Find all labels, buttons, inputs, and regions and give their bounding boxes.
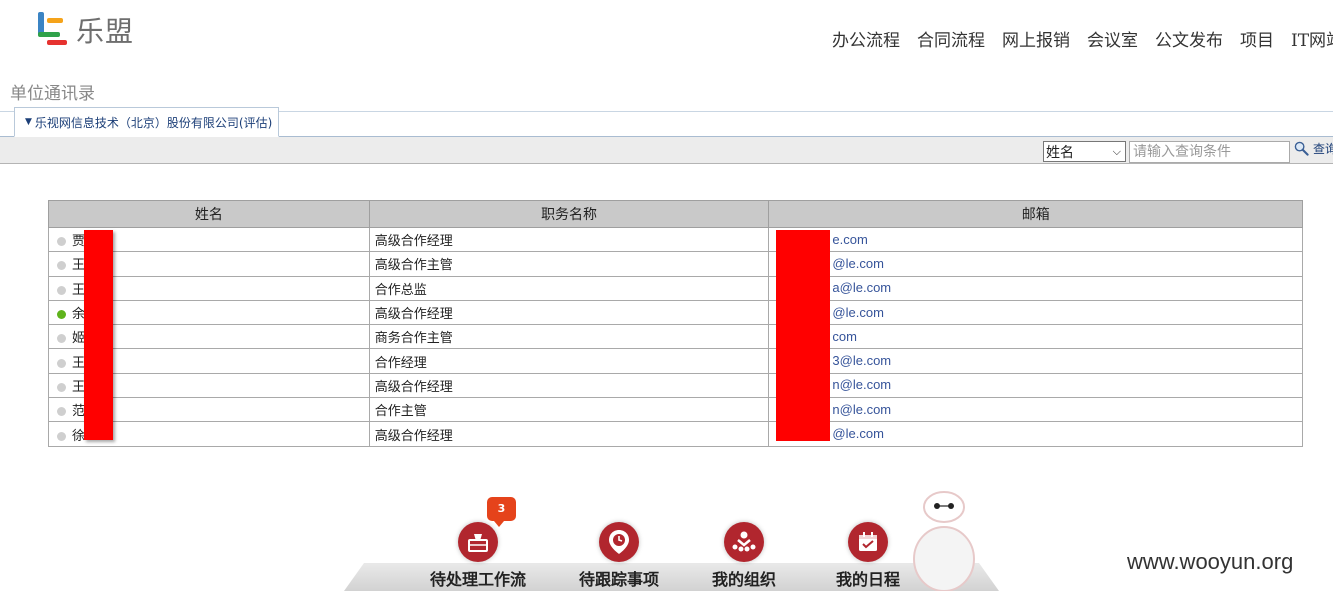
- search-field-select[interactable]: 姓名 ⌵: [1043, 141, 1126, 162]
- dock-item-tracking[interactable]: 待跟踪事项: [559, 522, 679, 590]
- email-cell: @le.com: [768, 421, 1303, 447]
- contacts-table: 姓名 职务名称 邮箱 贾高级合作经理 e.com 王高级合作主管 @le.com 王合作…: [48, 200, 1303, 447]
- watermark: www.wooyun.org: [1127, 549, 1294, 574]
- email-link[interactable]: e.com: [832, 232, 867, 247]
- location-clock-icon: [599, 522, 639, 562]
- presence-dot-icon: [57, 334, 66, 344]
- presence-dot-icon: [57, 407, 66, 417]
- presence-dot-icon: [57, 285, 66, 295]
- top-nav: 办公流程 合同流程 网上报销 会议室 公文发布 项目 IT网站: [832, 26, 1333, 51]
- nav-item-it-site[interactable]: IT网站: [1291, 26, 1333, 51]
- job-title-cell: 合作经理: [368, 348, 770, 374]
- table-row[interactable]: 贾高级合作经理 e.com: [48, 226, 1303, 253]
- logo-mark-icon: [38, 12, 68, 48]
- redaction-box: [84, 230, 113, 440]
- job-title-cell: 高级合作经理: [368, 372, 770, 399]
- dock-label: 我的组织: [711, 570, 776, 589]
- contacts-table-body: 贾高级合作经理 e.com 王高级合作主管 @le.com 王合作总监 a@le.com 余…: [48, 226, 1303, 447]
- job-title-cell: 高级合作主管: [368, 251, 770, 277]
- dock-label: 待处理工作流: [429, 570, 526, 589]
- email-cell: a@le.com: [768, 275, 1303, 301]
- dock-item-pending-workflow[interactable]: 待处理工作流: [418, 522, 538, 590]
- job-title-cell: 高级合作经理: [368, 421, 770, 447]
- email-cell: n@le.com: [768, 372, 1303, 399]
- job-title-cell: 商务合作主管: [368, 324, 770, 350]
- email-link[interactable]: n@le.com: [832, 402, 891, 417]
- table-row[interactable]: 王高级合作经理 n@le.com: [48, 372, 1303, 399]
- people-icon: [724, 522, 764, 562]
- nav-item-office-flow[interactable]: 办公流程: [832, 26, 900, 51]
- job-title-cell: 合作总监: [368, 275, 770, 301]
- job-title-cell: 高级合作经理: [368, 299, 770, 326]
- email-cell: @le.com: [768, 299, 1303, 326]
- table-row[interactable]: 范合作主管 n@le.com: [48, 397, 1303, 423]
- notification-badge: 3: [487, 497, 516, 527]
- search-field-value: 姓名: [1046, 144, 1074, 161]
- page-title: 单位通讯录: [10, 84, 95, 104]
- search-input[interactable]: [1129, 141, 1290, 163]
- presence-dot-icon: [57, 382, 66, 392]
- org-tab[interactable]: ▼ 乐视网信息技术（北京）股份有限公司(评估): [14, 107, 280, 137]
- search-button-label: 查询: [1313, 142, 1333, 156]
- presence-dot-icon: [57, 431, 66, 441]
- email-link[interactable]: @le.com: [832, 426, 884, 441]
- nav-item-reimbursement[interactable]: 网上报销: [1002, 26, 1070, 51]
- table-header-row: 姓名 职务名称 邮箱: [48, 200, 1303, 228]
- email-link[interactable]: 3@le.com: [832, 353, 891, 368]
- presence-dot-icon: [57, 237, 66, 247]
- table-row[interactable]: 王合作总监 a@le.com: [48, 275, 1303, 301]
- job-title-cell: 高级合作经理: [368, 226, 770, 253]
- email-cell: com: [768, 324, 1303, 350]
- email-link[interactable]: a@le.com: [832, 280, 891, 295]
- nav-item-projects[interactable]: 项目: [1240, 26, 1274, 51]
- brand-name: 乐盟: [76, 15, 135, 48]
- chevron-down-icon: ⌵: [1112, 144, 1121, 158]
- table-row[interactable]: 王高级合作主管 @le.com: [48, 251, 1303, 277]
- magnifier-icon: [1294, 141, 1309, 156]
- email-cell: @le.com: [768, 251, 1303, 277]
- robot-mascot-icon: [913, 491, 975, 591]
- nav-item-contract-flow[interactable]: 合同流程: [917, 26, 985, 51]
- email-link[interactable]: @le.com: [832, 256, 884, 271]
- job-title-cell: 合作主管: [368, 397, 770, 423]
- caret-down-icon: ▼: [25, 117, 32, 127]
- header-title[interactable]: 职务名称: [368, 200, 770, 228]
- presence-dot-icon: [57, 358, 66, 368]
- nav-item-meeting-room[interactable]: 会议室: [1087, 26, 1138, 51]
- search-button[interactable]: 查询: [1294, 140, 1333, 157]
- table-row[interactable]: 姬商务合作主管 com: [48, 324, 1303, 350]
- brand-logo[interactable]: 乐盟: [38, 10, 134, 50]
- table-row[interactable]: 徐高级合作经理 @le.com: [48, 421, 1303, 447]
- email-link[interactable]: @le.com: [832, 305, 884, 320]
- dock-label: 待跟踪事项: [578, 570, 659, 589]
- email-link[interactable]: n@le.com: [832, 377, 891, 392]
- dock-item-my-org[interactable]: 我的组织: [684, 522, 804, 590]
- presence-dot-icon: [57, 261, 66, 271]
- header-email[interactable]: 邮箱: [768, 200, 1303, 228]
- email-link[interactable]: com: [832, 329, 857, 344]
- table-row[interactable]: 余高级合作经理 @le.com: [48, 299, 1303, 326]
- inbox-icon: [458, 522, 498, 562]
- nav-item-documents[interactable]: 公文发布: [1155, 26, 1223, 51]
- header-name[interactable]: 姓名: [48, 200, 370, 228]
- org-tab-label: 乐视网信息技术（北京）股份有限公司(评估): [34, 115, 273, 130]
- email-cell: e.com: [768, 226, 1303, 253]
- table-row[interactable]: 王合作经理 3@le.com: [48, 348, 1303, 374]
- calendar-icon: [848, 522, 888, 562]
- presence-dot-icon: [57, 310, 66, 320]
- email-cell: 3@le.com: [768, 348, 1303, 374]
- redaction-box: [776, 230, 830, 441]
- email-cell: n@le.com: [768, 397, 1303, 423]
